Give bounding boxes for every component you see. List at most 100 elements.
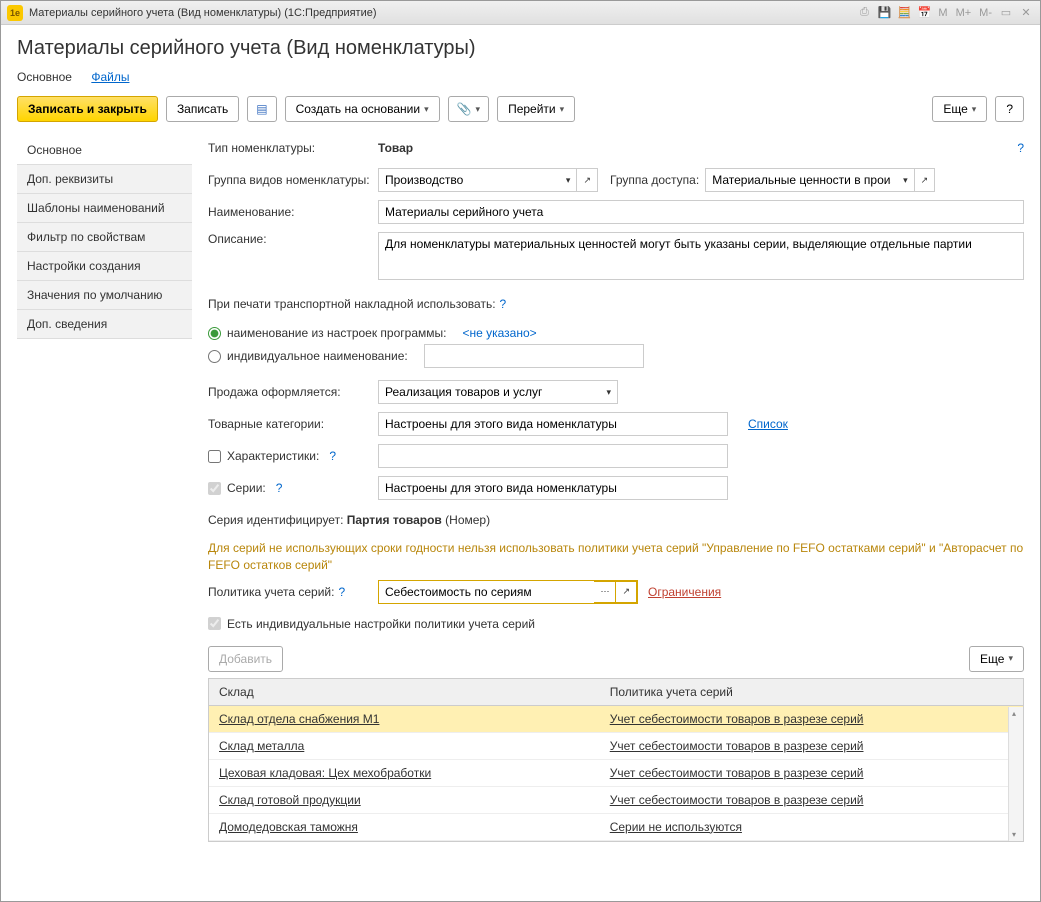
policy-link[interactable]: Учет себестоимости товаров в разрезе сер…: [610, 793, 864, 807]
sidebar-item-defaults[interactable]: Значения по умолчанию: [17, 281, 192, 310]
table-more-button[interactable]: Еще▾: [969, 646, 1024, 672]
list-link[interactable]: Список: [748, 417, 788, 431]
calendar-icon[interactable]: 📅: [916, 5, 932, 21]
type-label: Тип номенклатуры:: [208, 141, 378, 155]
series-ident-label: Серия идентифицирует:: [208, 513, 343, 527]
main-layout: Основное Доп. реквизиты Шаблоны наименов…: [17, 136, 1024, 842]
page-title: Материалы серийного учета (Вид номенклат…: [17, 37, 1024, 60]
chevron-down-icon: ▾: [476, 104, 481, 115]
name-input[interactable]: [378, 200, 1024, 224]
table-row[interactable]: Цеховая кладовая: Цех мехобработки Учет …: [209, 759, 1023, 786]
individual-name-input[interactable]: [424, 344, 644, 368]
calc-icon[interactable]: 🧮: [896, 5, 912, 21]
help-icon[interactable]: ?: [276, 481, 283, 495]
warehouse-link[interactable]: Склад металла: [219, 739, 304, 753]
titlebar: 1e Материалы серийного учета (Вид номенк…: [1, 1, 1040, 25]
nav-main[interactable]: Основное: [17, 70, 72, 84]
table-row[interactable]: Склад отдела снабжения М1 Учет себестоим…: [209, 705, 1023, 732]
titlebar-controls: ⎙ 💾 🧮 📅 M M+ M- ▭ ✕: [856, 5, 1034, 21]
chevron-down-icon: ▾: [972, 104, 977, 115]
chevron-down-icon: ▾: [560, 104, 565, 115]
characteristics-checkbox[interactable]: [208, 450, 221, 463]
policy-label: Политика учета серий:: [208, 585, 334, 599]
table-wrap: Склад Политика учета серий Склад отдела …: [208, 678, 1024, 842]
characteristics-label: Характеристики:: [227, 449, 319, 463]
restrictions-link[interactable]: Ограничения: [648, 585, 721, 599]
dropdown-button[interactable]: ▾: [897, 168, 915, 192]
print-icon[interactable]: ⎙: [856, 5, 872, 21]
policy-link[interactable]: Учет себестоимости товаров в разрезе сер…: [610, 766, 864, 780]
cat-input[interactable]: [378, 412, 728, 436]
sidebar-item-info[interactable]: Доп. сведения: [17, 310, 192, 339]
goto-button[interactable]: Перейти▾: [497, 96, 575, 122]
help-icon[interactable]: ?: [329, 449, 336, 463]
chevron-down-icon: ▾: [1008, 653, 1013, 664]
list-icon-button[interactable]: ▤: [247, 96, 276, 122]
table-row[interactable]: Склад готовой продукции Учет себестоимос…: [209, 786, 1023, 813]
characteristics-input[interactable]: [378, 444, 728, 468]
series-input[interactable]: [378, 476, 728, 500]
policy-link[interactable]: Учет себестоимости товаров в разрезе сер…: [610, 739, 864, 753]
col-policy[interactable]: Политика учета серий: [600, 679, 1023, 706]
radio-individual[interactable]: [208, 350, 221, 363]
sale-input[interactable]: [378, 380, 600, 404]
scrollbar[interactable]: [1008, 707, 1023, 841]
attach-icon: 📎: [457, 102, 472, 116]
ellipsis-button[interactable]: ⋯: [594, 581, 616, 603]
nav-files[interactable]: Файлы: [91, 70, 129, 84]
warehouse-policy-table: Склад Политика учета серий Склад отдела …: [209, 679, 1023, 841]
window-title: Материалы серийного учета (Вид номенклат…: [29, 7, 856, 19]
sidebar-item-filter[interactable]: Фильтр по свойствам: [17, 223, 192, 252]
sidebar-item-create-settings[interactable]: Настройки создания: [17, 252, 192, 281]
create-based-button[interactable]: Создать на основании▾: [285, 96, 440, 122]
m-button[interactable]: M: [936, 7, 949, 19]
open-button[interactable]: ↗: [616, 581, 637, 603]
help-icon[interactable]: ?: [1017, 141, 1024, 155]
help-button[interactable]: ?: [995, 96, 1024, 122]
print-label: При печати транспортной накладной исполь…: [208, 297, 496, 311]
table-row[interactable]: Склад металла Учет себестоимости товаров…: [209, 732, 1023, 759]
warehouse-link[interactable]: Домодедовская таможня: [219, 820, 358, 834]
access-label: Группа доступа:: [610, 173, 699, 187]
table-row[interactable]: Домодедовская таможня Серии не использую…: [209, 813, 1023, 840]
name-label: Наименование:: [208, 205, 378, 219]
help-icon[interactable]: ?: [338, 585, 345, 599]
dropdown-button[interactable]: ▾: [560, 168, 578, 192]
attach-button[interactable]: 📎▾: [448, 96, 489, 122]
policy-link[interactable]: Серии не используются: [610, 820, 742, 834]
open-button[interactable]: ↗: [915, 168, 936, 192]
radio-from-settings[interactable]: [208, 327, 221, 340]
access-input[interactable]: [705, 168, 897, 192]
close-icon[interactable]: ✕: [1018, 5, 1034, 21]
dropdown-button[interactable]: ▾: [600, 380, 618, 404]
fefo-note: Для серий не использующих сроки годности…: [208, 540, 1024, 574]
sidebar-item-main[interactable]: Основное: [17, 136, 192, 165]
desc-textarea[interactable]: Для номенклатуры материальных ценностей …: [378, 232, 1024, 280]
group-input[interactable]: [378, 168, 560, 192]
content-area: Материалы серийного учета (Вид номенклат…: [1, 25, 1040, 901]
series-ident-value: Партия товаров: [347, 513, 442, 527]
save-close-button[interactable]: Записать и закрыть: [17, 96, 158, 122]
m-plus-button[interactable]: M+: [954, 7, 974, 19]
policy-input[interactable]: [379, 581, 594, 603]
save-button[interactable]: Записать: [166, 96, 239, 122]
type-value: Товар: [378, 141, 413, 155]
minimize-icon[interactable]: ▭: [998, 5, 1014, 21]
more-button[interactable]: Еще▾: [932, 96, 987, 122]
col-warehouse[interactable]: Склад: [209, 679, 600, 706]
sidebar-item-templates[interactable]: Шаблоны наименований: [17, 194, 192, 223]
warehouse-link[interactable]: Цеховая кладовая: Цех мехобработки: [219, 766, 431, 780]
not-set-link[interactable]: <не указано>: [462, 326, 536, 340]
indiv-settings-label: Есть индивидуальные настройки политики у…: [227, 617, 535, 631]
help-icon[interactable]: ?: [500, 297, 507, 311]
warehouse-link[interactable]: Склад отдела снабжения М1: [219, 712, 379, 726]
open-button[interactable]: ↗: [577, 168, 598, 192]
m-minus-button[interactable]: M-: [977, 7, 994, 19]
policy-link[interactable]: Учет себестоимости товаров в разрезе сер…: [610, 712, 864, 726]
warehouse-link[interactable]: Склад готовой продукции: [219, 793, 361, 807]
save-icon[interactable]: 💾: [876, 5, 892, 21]
sale-label: Продажа оформляется:: [208, 385, 378, 399]
app-icon: 1e: [7, 5, 23, 21]
cat-label: Товарные категории:: [208, 417, 378, 431]
sidebar-item-props[interactable]: Доп. реквизиты: [17, 165, 192, 194]
